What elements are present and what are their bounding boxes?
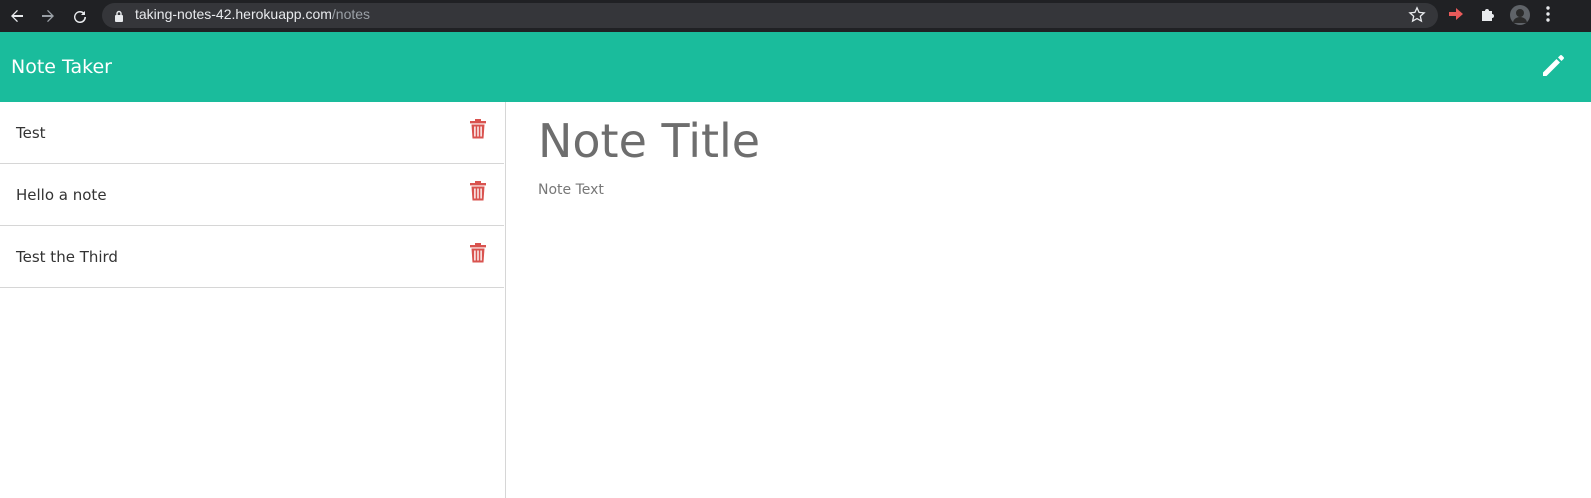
bookmark-star-icon[interactable]	[1408, 6, 1426, 29]
list-item[interactable]: Test the Third	[0, 226, 504, 288]
list-item[interactable]: Test	[0, 102, 504, 164]
url-host: taking-notes-42.herokuapp.com	[135, 6, 332, 22]
notes-list: Test Hello a note Test the Third	[0, 102, 506, 498]
trash-icon[interactable]	[470, 181, 486, 201]
note-editor	[506, 102, 1591, 498]
trash-icon[interactable]	[470, 119, 486, 139]
note-list-title[interactable]: Test the Third	[16, 248, 118, 266]
extension-icon[interactable]	[1447, 5, 1465, 28]
url-text: taking-notes-42.herokuapp.com/notes	[135, 6, 370, 22]
avatar[interactable]	[1509, 4, 1531, 31]
note-list-title[interactable]: Hello a note	[16, 186, 107, 204]
back-arrow-icon[interactable]	[7, 6, 27, 26]
puzzle-icon[interactable]	[1479, 5, 1497, 28]
url-path: /notes	[331, 6, 371, 22]
list-item[interactable]: Hello a note	[0, 164, 504, 226]
app-navbar: Note Taker	[0, 32, 1591, 102]
note-text-textarea[interactable]	[538, 182, 1538, 442]
trash-icon[interactable]	[470, 243, 486, 263]
browser-toolbar: taking-notes-42.herokuapp.com/notes	[0, 0, 1591, 32]
brand-title[interactable]: Note Taker	[11, 56, 112, 78]
pencil-icon[interactable]	[1540, 53, 1566, 79]
reload-icon[interactable]	[70, 6, 90, 26]
note-title-input[interactable]	[538, 114, 1538, 168]
forward-arrow-icon[interactable]	[38, 6, 58, 26]
menu-dots-icon[interactable]	[1545, 5, 1551, 28]
address-bar[interactable]: taking-notes-42.herokuapp.com/notes	[102, 3, 1438, 28]
note-list-title[interactable]: Test	[16, 124, 46, 142]
lock-icon	[114, 9, 124, 27]
